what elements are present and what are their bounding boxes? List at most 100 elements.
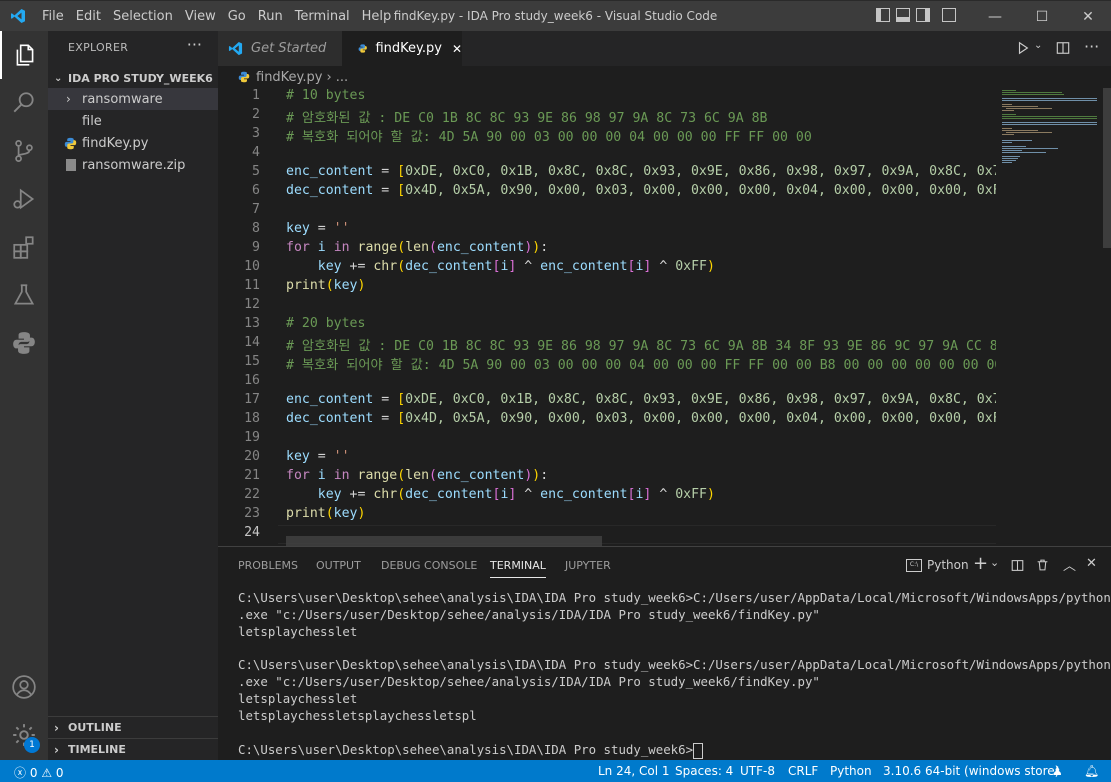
terminal-line: letsplaychessletsplaychessletspl [238,708,477,723]
line-number: 15 [244,354,260,369]
vscode-tab-icon [228,41,243,56]
close-window-button[interactable]: ✕ [1065,1,1111,32]
files-icon [16,44,34,66]
menu-file[interactable]: File [36,9,70,24]
minimize-button[interactable]: — [972,1,1018,32]
tab-problems[interactable]: PROBLEMS [238,559,298,572]
tab-output[interactable]: OUTPUT [316,559,361,572]
menu-terminal[interactable]: Terminal [289,9,356,24]
split-terminal-icon[interactable] [1011,559,1024,572]
settings-badge: 1 [24,737,40,753]
terminal-line: letsplaychesslet [238,624,358,639]
toggle-secondary-sidebar-icon[interactable] [916,8,930,22]
source-control-icon [15,140,33,162]
chevron-down-icon[interactable]: ⌄ [990,556,999,569]
line-number: 16 [244,373,260,388]
cursor-position[interactable]: Ln 24, Col 1 [598,764,670,778]
notifications-icon[interactable]: 🔔︎ [1084,764,1099,778]
menu-run[interactable]: Run [252,9,289,24]
terminal-shell-selector[interactable]: C:\ Python [906,558,969,572]
python-interpreter[interactable]: 3.10.6 64-bit (windows store) [883,764,1059,778]
enc-values: 0xDE, 0xC0, 0x1B, 0x8C, 0x8C, 0x93, 0x9E… [405,164,996,179]
outline-section[interactable]: › OUTLINE [48,716,218,738]
maximize-button[interactable]: ☐ [1019,1,1065,32]
tab-jupyter[interactable]: JUPYTER [565,559,611,572]
line-number: 21 [244,468,260,483]
timeline-section[interactable]: › TIMELINE [48,738,218,760]
problems-status[interactable]: ⓧ 0 ⚠ 0 [14,764,64,781]
python-activity[interactable] [0,319,48,367]
line-number: 13 [244,316,260,331]
more-actions-icon[interactable]: ··· [187,35,202,54]
search-activity[interactable] [0,79,48,127]
chevron-right-icon: › [66,92,71,106]
line-number: 17 [244,392,260,407]
toggle-panel-icon[interactable] [896,8,910,22]
tree-item-file[interactable]: file [48,110,218,132]
python-file-icon [238,71,250,83]
tree-item-findkey[interactable]: findKey.py [48,132,218,154]
line-number: 4 [252,145,260,160]
run-dropdown-icon[interactable]: ⌄ [1034,40,1042,51]
toggle-primary-sidebar-icon[interactable] [876,8,890,22]
more-actions-icon[interactable]: ··· [1084,37,1099,56]
line-number: 5 [252,164,260,179]
breadcrumb-file[interactable]: findKey.py [256,70,322,85]
python-file-icon [64,137,77,149]
menu-selection[interactable]: Selection [107,9,179,24]
line-number: 14 [244,335,260,350]
close-panel-icon[interactable]: ✕ [1086,556,1097,571]
menu-view[interactable]: View [179,9,222,24]
tab-terminal[interactable]: TERMINAL [490,559,546,578]
error-icon: ⓧ [14,766,27,780]
indentation[interactable]: Spaces: 4 [675,764,733,778]
python-file-icon [358,44,367,53]
encoding[interactable]: UTF-8 [740,764,775,778]
line-number: 9 [252,240,260,255]
menu-edit[interactable]: Edit [70,9,107,24]
source-control-activity[interactable] [0,127,48,175]
customize-layout-icon[interactable] [942,8,956,22]
terminal-line: C:\Users\user\Desktop\sehee\analysis\IDA… [238,590,1111,605]
language-mode[interactable]: Python [830,764,872,778]
run-debug-activity[interactable] [0,175,48,223]
menu-help[interactable]: Help [356,9,398,24]
code-line: print(key) [286,278,366,293]
terminal-cursor [693,742,704,759]
tree-item-ransomware[interactable]: › ransomware [48,88,218,110]
vertical-scrollbar[interactable] [1103,88,1111,248]
run-python-file-icon[interactable] [1016,41,1030,55]
split-editor-icon[interactable] [1056,41,1070,55]
close-icon[interactable]: ✕ [452,42,462,56]
timeline-label: TIMELINE [68,743,126,756]
minimap[interactable] [996,88,1111,546]
tab-label: Get Started [251,41,327,56]
explorer-title: EXPLORER [68,41,129,54]
horizontal-scrollbar[interactable] [286,536,602,546]
breadcrumb-symbols[interactable]: ... [336,70,348,85]
code-line: enc_content = [0xDE, 0xC0, 0x1B, 0x8C, 0… [286,392,996,407]
tab-debug-console[interactable]: DEBUG CONSOLE [381,559,477,572]
trash-icon[interactable] [1036,558,1049,572]
tab-findkey[interactable]: findKey.py ✕ [342,31,462,66]
run-debug-icon [13,188,35,210]
explorer-activity[interactable] [0,31,48,79]
code-line: print(key) [286,506,366,521]
tree-item-ransomware-zip[interactable]: ransomware.zip [48,154,218,176]
code-editor[interactable]: 1 2 3 4 5 6 7 8 9 10 11 12 13 14 15 16 1… [218,88,996,546]
terminal-line: C:\Users\user\Desktop\sehee\analysis\IDA… [238,657,1111,672]
tab-get-started[interactable]: Get Started [218,31,342,66]
menu-go[interactable]: Go [222,9,252,24]
accounts-activity[interactable] [0,663,48,711]
maximize-panel-icon[interactable]: ︿ [1063,555,1076,574]
feedback-icon[interactable]: ♟ [1052,764,1063,778]
breadcrumb: findKey.py › ... [218,66,1111,88]
add-terminal-icon[interactable]: + [973,553,988,574]
code-line: key = '' [286,449,350,464]
testing-activity[interactable] [0,271,48,319]
outline-label: OUTLINE [68,721,122,734]
manage-activity[interactable]: 1 [0,711,48,759]
end-of-line[interactable]: CRLF [788,764,818,778]
extensions-activity[interactable] [0,223,48,271]
workspace-folder[interactable]: ⌄ IDA PRO STUDY_WEEK6 [48,67,218,89]
